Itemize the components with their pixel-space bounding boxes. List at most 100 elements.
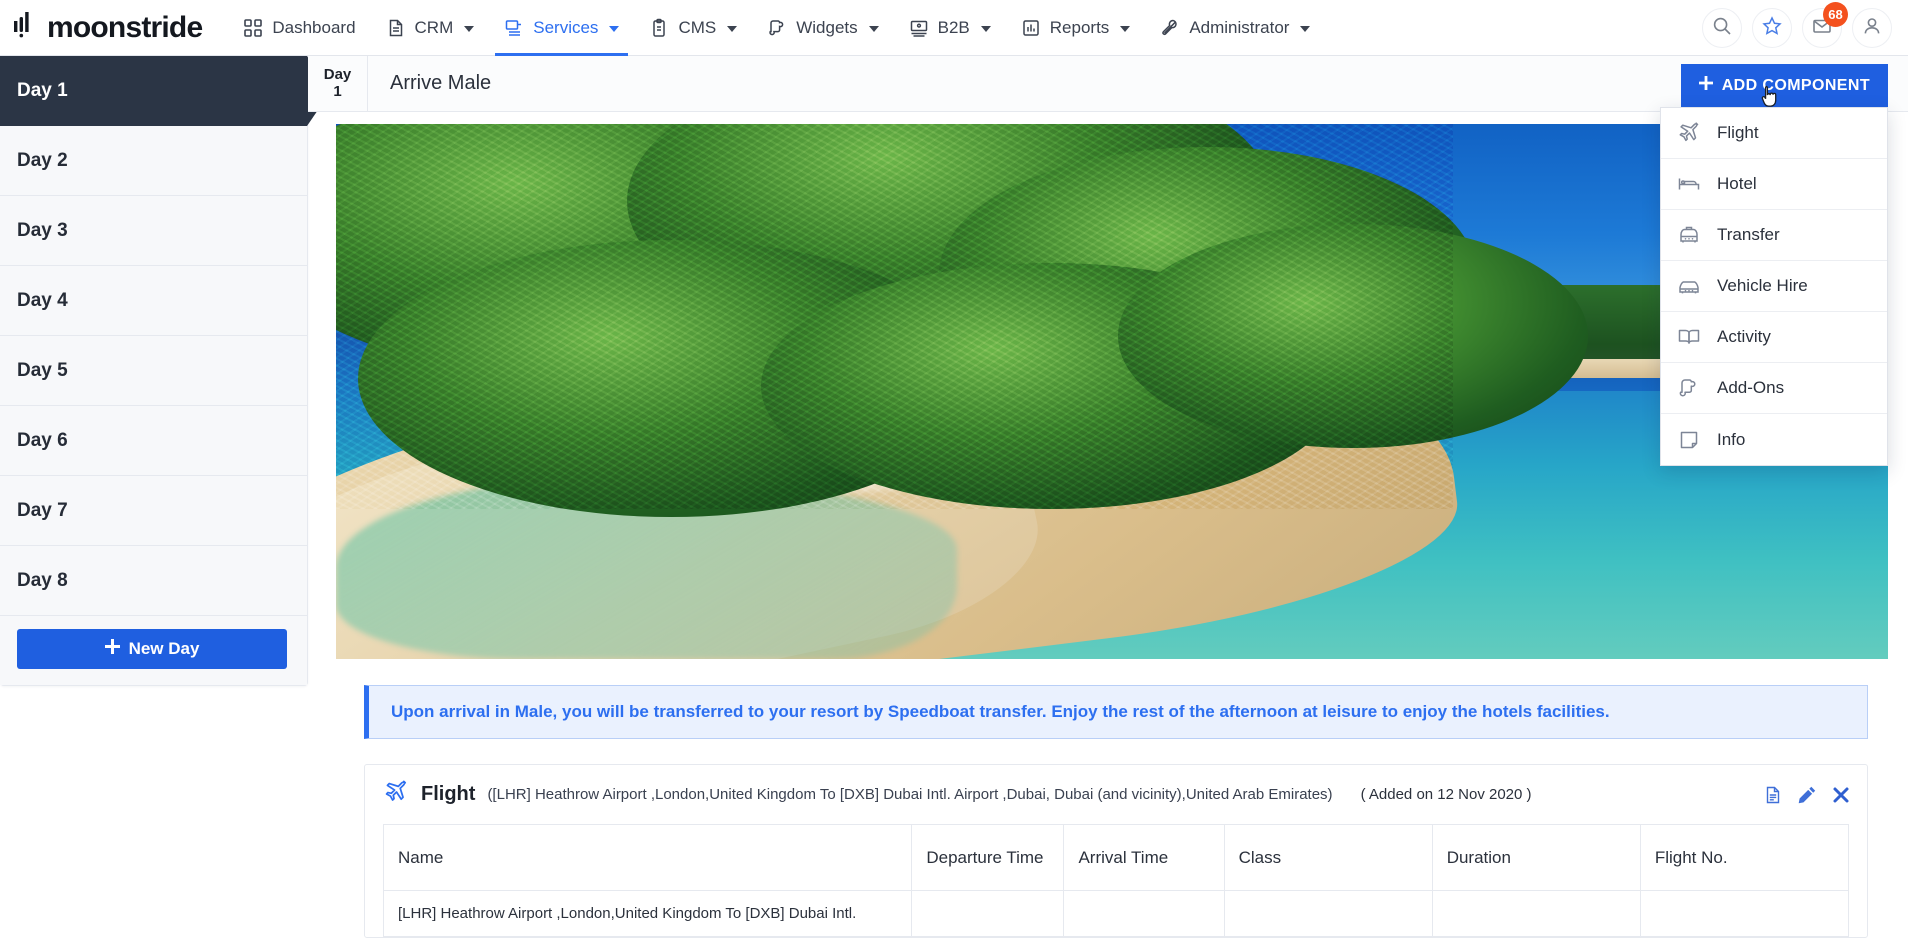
- flight-table-container: Name Departure Time Arrival Time Class D…: [365, 824, 1867, 937]
- chevron-down-icon: [980, 25, 991, 32]
- document-icon[interactable]: [1763, 785, 1783, 805]
- plus-icon: [104, 639, 120, 659]
- nav-item-services[interactable]: Services: [489, 0, 634, 56]
- dropdown-item-label: Flight: [1717, 123, 1759, 142]
- nav-item-label: CMS: [678, 17, 717, 37]
- component-action-buttons: [1763, 785, 1851, 805]
- top-navigation-bar: moonstride Dashboard CRM Services CMS Wi…: [0, 0, 1908, 56]
- flight-component-header: Flight ([LHR] Heathrow Airport ,London,U…: [365, 765, 1867, 824]
- nav-item-crm[interactable]: CRM: [371, 0, 490, 56]
- nav-item-label: Administrator: [1189, 17, 1290, 37]
- dropdown-item-add-ons[interactable]: Add-Ons: [1661, 363, 1887, 414]
- main-panel: Day 1 Arrive Male ADD COMPONENT Flight H…: [308, 56, 1908, 944]
- edit-pencil-icon[interactable]: [1797, 785, 1817, 805]
- component-type-label: Flight: [421, 783, 476, 805]
- bed-icon: [1677, 172, 1701, 196]
- palm-tree-canopy: [336, 124, 1588, 517]
- chevron-down-icon: [609, 25, 620, 32]
- dropdown-item-label: Vehicle Hire: [1717, 276, 1808, 295]
- search-button[interactable]: [1702, 8, 1742, 48]
- dropdown-item-label: Hotel: [1717, 174, 1757, 193]
- dropdown-item-label: Transfer: [1717, 225, 1780, 244]
- dropdown-item-label: Info: [1717, 429, 1746, 449]
- nav-item-list: Dashboard CRM Services CMS Widgets B2B R…: [228, 0, 1325, 56]
- chevron-down-icon: [868, 25, 879, 32]
- sidebar-item-day-2[interactable]: Day 2: [0, 126, 307, 196]
- star-icon: [1761, 15, 1783, 42]
- sidebar-item-day-5[interactable]: Day 5: [0, 336, 307, 406]
- component-added-date: ( Added on 12 Nov 2020 ): [1360, 786, 1532, 803]
- taxi-icon: [1677, 223, 1701, 247]
- nav-item-cms[interactable]: CMS: [634, 0, 752, 56]
- new-day-container: New Day: [0, 616, 307, 685]
- dropdown-item-vehicle-hire[interactable]: Vehicle Hire: [1661, 261, 1887, 312]
- nav-item-widgets[interactable]: Widgets: [752, 0, 893, 56]
- cell-arrival-time: [1063, 890, 1225, 937]
- nav-item-label: Widgets: [796, 17, 858, 37]
- user-avatar-icon: [1861, 15, 1883, 42]
- dropdown-item-label: Activity: [1717, 327, 1771, 346]
- cell-flight-no: [1639, 890, 1850, 937]
- day-number: 1: [333, 82, 342, 100]
- table-header-row: Name Departure Time Arrival Time Class D…: [382, 824, 1850, 891]
- nav-item-dashboard[interactable]: Dashboard: [228, 0, 370, 56]
- column-header-class: Class: [1223, 824, 1433, 891]
- user-account-button[interactable]: [1852, 8, 1892, 48]
- nav-item-b2b[interactable]: B2B: [894, 0, 1006, 56]
- chevron-down-icon: [727, 25, 738, 32]
- day-label: Day 4: [17, 289, 68, 311]
- column-header-name: Name: [382, 824, 913, 891]
- component-description: ([LHR] Heathrow Airport ,London,United K…: [487, 786, 1333, 803]
- services-screen-icon: [504, 18, 524, 38]
- dropdown-item-transfer[interactable]: Transfer: [1661, 210, 1887, 261]
- bar-chart-icon: [1021, 18, 1041, 38]
- plane-icon: [1677, 121, 1701, 145]
- nav-item-label: Reports: [1049, 17, 1110, 37]
- column-header-duration: Duration: [1431, 824, 1641, 891]
- day-label: Day 3: [17, 219, 68, 241]
- day-label: Day 5: [17, 359, 68, 381]
- nav-item-label: Services: [533, 17, 599, 37]
- brand-logo[interactable]: moonstride: [10, 11, 203, 45]
- messages-button[interactable]: 68: [1802, 2, 1848, 48]
- day-label: Day 8: [17, 569, 68, 591]
- add-component-button[interactable]: ADD COMPONENT: [1680, 64, 1888, 107]
- sidebar-item-day-1[interactable]: Day 1: [0, 56, 331, 126]
- dropdown-item-hotel[interactable]: Hotel: [1661, 159, 1887, 210]
- new-day-button[interactable]: New Day: [17, 629, 287, 669]
- cell-name: [LHR] Heathrow Airport ,London,United Ki…: [382, 890, 913, 937]
- grid-icon: [243, 18, 263, 38]
- dropdown-item-flight[interactable]: Flight: [1661, 108, 1887, 159]
- day-title: Arrive Male: [390, 72, 492, 94]
- day-list: Day 1 Day 2 Day 3 Day 4 Day 5 Day 6 Day …: [0, 56, 331, 686]
- dropdown-item-label: Add-Ons: [1717, 378, 1785, 397]
- day-number-block: Day 1: [308, 56, 368, 111]
- day-description-note: Upon arrival in Male, you will be transf…: [364, 685, 1868, 739]
- cell-class: [1223, 890, 1433, 937]
- nav-item-administrator[interactable]: Administrator: [1145, 0, 1325, 56]
- chevron-down-icon: [1120, 25, 1131, 32]
- day-label: Day 1: [17, 80, 68, 101]
- cell-departure-time: [911, 890, 1065, 937]
- dropdown-item-info[interactable]: Info: [1661, 414, 1887, 465]
- sidebar-item-day-8[interactable]: Day 8: [0, 546, 307, 616]
- bars-logo-icon: [14, 11, 40, 44]
- favorites-button[interactable]: [1752, 8, 1792, 48]
- delete-close-icon[interactable]: [1831, 785, 1851, 805]
- wrench-icon: [1160, 18, 1180, 38]
- day-word: Day: [323, 65, 352, 83]
- sidebar-item-day-4[interactable]: Day 4: [0, 266, 307, 336]
- puzzle-icon: [767, 18, 787, 38]
- nav-actions: 68: [1702, 0, 1892, 56]
- monitor-icon: [909, 18, 929, 38]
- sidebar-item-day-7[interactable]: Day 7: [0, 476, 307, 546]
- add-component-dropdown: Flight Hotel Transfer Vehicle Hire Activ…: [1660, 107, 1888, 466]
- column-header-arrival-time: Arrival Time: [1063, 824, 1225, 891]
- nav-item-reports[interactable]: Reports: [1006, 0, 1146, 56]
- dropdown-item-activity[interactable]: Activity: [1661, 312, 1887, 363]
- sidebar-item-day-3[interactable]: Day 3: [0, 196, 307, 266]
- day-sidebar: Day 1 Day 2 Day 3 Day 4 Day 5 Day 6 Day …: [0, 56, 331, 944]
- nav-item-label: B2B: [937, 17, 970, 37]
- day-label: Day 7: [17, 499, 68, 521]
- sidebar-item-day-6[interactable]: Day 6: [0, 406, 307, 476]
